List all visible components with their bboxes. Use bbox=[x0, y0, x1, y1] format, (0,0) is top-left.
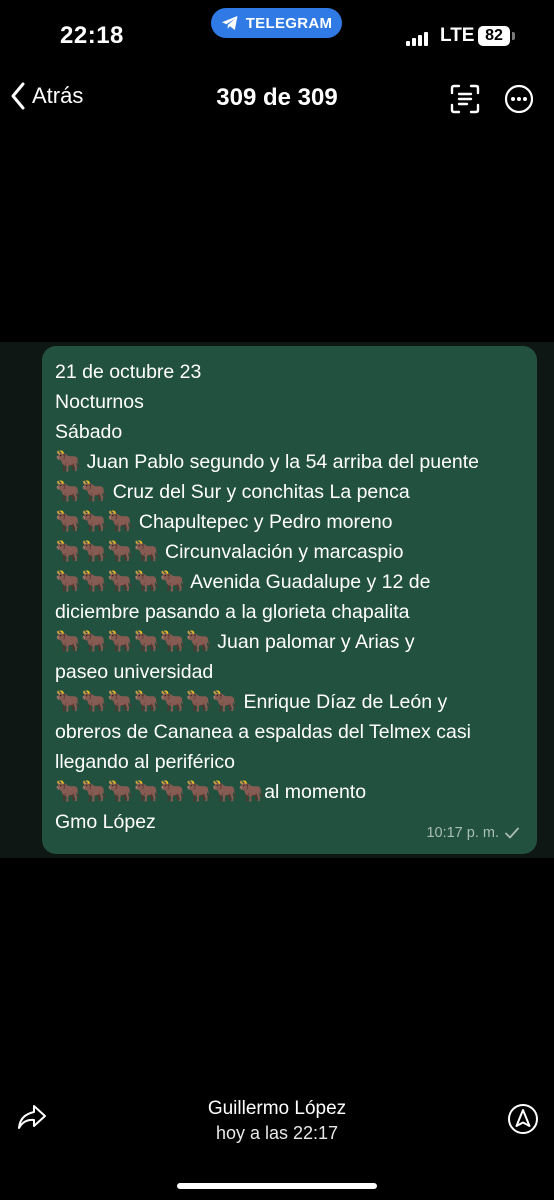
bull-emoji-icon: 🐂🐂 bbox=[55, 480, 108, 503]
bull-emoji-icon: 🐂🐂🐂🐂🐂🐂🐂🐂 bbox=[55, 780, 265, 803]
message-bubble: 21 de octubre 23 Nocturnos Sábado 🐂 Juan Pa… bbox=[42, 346, 537, 854]
message-line-text: 21 de octubre 23 bbox=[55, 361, 202, 383]
bull-emoji-icon: 🐂🐂🐂🐂🐂🐂🐂 bbox=[55, 690, 239, 713]
bull-emoji-icon: 🐂 bbox=[55, 450, 82, 473]
message-line: 🐂🐂 Cruz del Sur y conchitas La penca bbox=[55, 477, 523, 507]
more-icon[interactable] bbox=[504, 84, 534, 114]
message-line-text: Circunvalación y marcaspio bbox=[159, 541, 404, 563]
message-line-text: Juan Pablo segundo y la 54 arriba del pu… bbox=[81, 451, 480, 473]
bull-emoji-icon: 🐂🐂🐂🐂 bbox=[55, 540, 160, 563]
check-icon bbox=[505, 827, 519, 839]
message-line: 🐂 Juan Pablo segundo y la 54 arriba del … bbox=[55, 447, 523, 477]
home-indicator[interactable] bbox=[177, 1183, 377, 1189]
network-label: LTE bbox=[440, 25, 475, 46]
message-line-text: Chapultepec y Pedro moreno bbox=[133, 511, 393, 533]
status-bar: 22:18 TELEGRAM LTE 82 bbox=[0, 0, 554, 72]
message-line: 🐂🐂🐂🐂🐂🐂🐂 Enrique Díaz de León y bbox=[55, 687, 523, 717]
message-line: 🐂🐂🐂🐂🐂🐂🐂🐂al momento bbox=[55, 777, 523, 807]
message-line-text: Juan palomar y Arias y bbox=[211, 631, 415, 653]
compass-icon[interactable] bbox=[507, 1103, 539, 1135]
text-recognition-icon[interactable] bbox=[450, 84, 480, 114]
chat-screenshot: 21 de octubre 23 Nocturnos Sábado 🐂 Juan Pa… bbox=[0, 342, 554, 858]
message-line: 🐂🐂🐂🐂 Circunvalación y marcaspio bbox=[55, 537, 523, 567]
telegram-pill[interactable]: TELEGRAM bbox=[211, 8, 342, 38]
battery-icon: 82 bbox=[478, 26, 510, 46]
message-line-text: Sábado bbox=[55, 421, 123, 443]
message-line-text: Gmo López bbox=[55, 811, 156, 833]
message-line: 🐂🐂🐂🐂🐂 Avenida Guadalupe y 12 de bbox=[55, 567, 523, 597]
battery-tip bbox=[512, 32, 515, 40]
telegram-icon bbox=[221, 16, 238, 30]
bull-emoji-icon: 🐂🐂🐂 bbox=[55, 510, 134, 533]
bull-emoji-icon: 🐂🐂🐂🐂🐂🐂 bbox=[55, 630, 212, 653]
message-line: 🐂🐂🐂 Chapultepec y Pedro moreno bbox=[55, 507, 523, 537]
top-nav: Atrás 309 de 309 bbox=[0, 72, 554, 128]
message-line-text: Enrique Díaz de León y bbox=[238, 691, 448, 713]
message-line: Nocturnos bbox=[55, 387, 523, 417]
message-line-text: al momento bbox=[264, 781, 367, 803]
status-time: 22:18 bbox=[60, 22, 124, 49]
message-line-continuation: diciembre pasando a la glorieta chapalit… bbox=[55, 601, 410, 623]
battery-level: 82 bbox=[485, 27, 503, 44]
message-line: 🐂🐂🐂🐂🐂🐂 Juan palomar y Arias y bbox=[55, 627, 523, 657]
message-line-continuation: obreros de Cananea a espaldas del Telmex… bbox=[55, 721, 471, 743]
viewer-footer: Guillermo López hoy a las 22:17 bbox=[0, 1095, 554, 1175]
signal-icon bbox=[406, 30, 428, 46]
message-line-continuation: paseo universidad bbox=[55, 661, 214, 683]
message-line-text: Cruz del Sur y conchitas La penca bbox=[107, 481, 410, 503]
message-text: 21 de octubre 23 Nocturnos Sábado 🐂 Juan Pa… bbox=[55, 357, 523, 837]
post-time: hoy a las 22:17 bbox=[215, 1123, 339, 1143]
message-time: 10:17 p. m. bbox=[426, 825, 499, 841]
message-meta: 10:17 p. m. bbox=[426, 818, 519, 848]
message-line-continuation: llegando al periférico bbox=[55, 751, 235, 773]
telegram-pill-label: TELEGRAM bbox=[245, 14, 333, 32]
bull-emoji-icon: 🐂🐂🐂🐂🐂 bbox=[55, 570, 186, 593]
message-line: Sábado bbox=[55, 417, 523, 447]
message-line-text: Nocturnos bbox=[55, 391, 144, 413]
message-line: 21 de octubre 23 bbox=[55, 357, 523, 387]
author-name: Guillermo López bbox=[207, 1098, 347, 1119]
message-line-text: Avenida Guadalupe y 12 de bbox=[185, 571, 431, 593]
